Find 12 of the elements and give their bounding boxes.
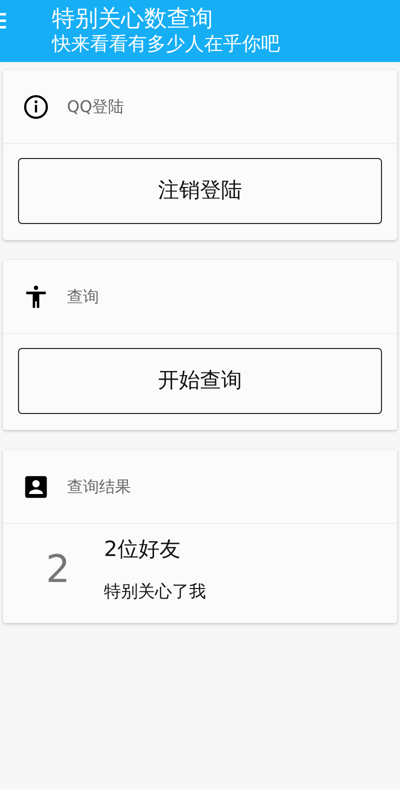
info-icon xyxy=(23,94,49,120)
contact-card-icon xyxy=(23,474,49,500)
result-detail: 特别关心了我 xyxy=(104,580,206,604)
outline-button[interactable]: 注销登陆 xyxy=(18,158,382,224)
card-title: QQ登陆 xyxy=(67,96,124,118)
app-title: 特别关心数查询 xyxy=(52,6,214,32)
card-title: 查询 xyxy=(67,286,99,308)
card-title: 查询结果 xyxy=(67,476,131,498)
app-subtitle: 快来看看有多少人在乎你吧 xyxy=(52,32,281,56)
outline-button[interactable]: 开始查询 xyxy=(18,348,382,414)
result-headline: 2位好友 xyxy=(104,536,182,563)
result-count: 2 xyxy=(44,546,72,593)
